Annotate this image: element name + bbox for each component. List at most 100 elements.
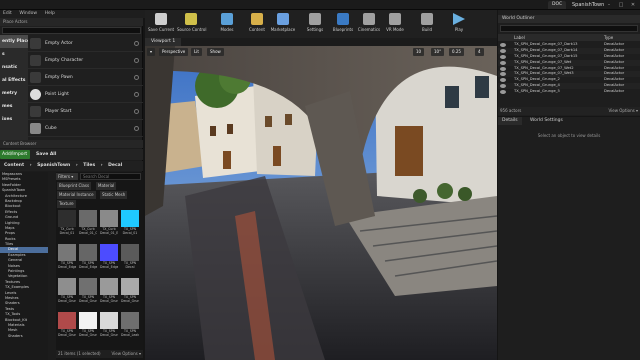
actor-item[interactable]: Cube <box>28 120 143 137</box>
visibility-eye-icon[interactable] <box>500 90 506 95</box>
asset-thumbnail[interactable]: TX_SPN Decal_Grunge_05 <box>58 312 76 342</box>
actor-item[interactable]: Empty Actor <box>28 35 143 52</box>
level-viewport[interactable]: ▾ Perspective Lit Show 10 10° 0.25 4 <box>145 46 497 360</box>
filter-tag[interactable]: Texture <box>57 200 76 208</box>
help-icon[interactable] <box>134 109 139 114</box>
visibility-eye-icon[interactable] <box>500 84 506 89</box>
asset-thumbnail[interactable]: TX_SPN Decal_Grunge_07 <box>100 312 118 342</box>
filter-tag[interactable]: Static Mesh <box>100 191 128 199</box>
column-type[interactable]: Type <box>604 34 613 41</box>
actor-item[interactable]: Empty Pawn <box>28 69 143 86</box>
search-classes-input[interactable] <box>2 27 141 34</box>
asset-thumbnail[interactable]: TX_Curb Decal_01 <box>58 210 76 240</box>
help-icon[interactable] <box>134 41 139 46</box>
cinematics-button[interactable]: Cinematics <box>355 13 383 37</box>
filter-tag[interactable]: Blueprint Class <box>57 182 92 190</box>
menu-help[interactable]: Help <box>42 10 58 18</box>
tab-world-settings[interactable]: World Settings <box>526 117 567 125</box>
breadcrumb-item[interactable]: SpanishTown <box>37 161 70 171</box>
outliner-search-input[interactable] <box>500 25 638 32</box>
view-options-button[interactable]: View Options ▾ <box>112 350 141 358</box>
visibility-eye-icon[interactable] <box>500 43 506 47</box>
camera-speed-value[interactable]: 4 <box>475 48 484 56</box>
asset-thumbnail[interactable]: TX_SPN Decal_Grunge_03 <box>100 278 118 308</box>
asset-thumbnail[interactable]: TX_SPN Decal_Edge_01 <box>79 244 97 274</box>
breadcrumb-item[interactable]: Content <box>4 161 24 171</box>
category-basic[interactable]: s <box>0 48 28 61</box>
menu-window[interactable]: Window <box>16 10 40 18</box>
viewport-tab[interactable]: Viewport 1 <box>145 38 182 46</box>
add-import-button[interactable]: Add/Import ▾ <box>0 150 30 166</box>
close-icon[interactable]: ✕ <box>627 1 639 9</box>
filter-tag[interactable]: Material Instance <box>57 191 96 199</box>
menu-edit[interactable]: Edit <box>0 10 15 18</box>
grid-snap-value[interactable]: 10 <box>413 48 425 56</box>
visibility-eye-icon[interactable] <box>500 72 506 77</box>
scale-snap-value[interactable]: 0.25 <box>449 48 464 56</box>
asset-name: TX_SPN Decal_Leak <box>121 329 139 337</box>
visibility-eye-icon[interactable] <box>500 66 506 71</box>
help-icon[interactable] <box>134 75 139 80</box>
visibility-eye-icon[interactable] <box>500 48 506 53</box>
play-button[interactable]: Play <box>445 13 473 37</box>
maximize-icon[interactable]: □ <box>615 1 627 9</box>
asset-search-input[interactable]: Search Decal <box>80 173 141 180</box>
actor-item[interactable]: Player Start <box>28 103 143 120</box>
asset-thumbnail[interactable]: TX_Curb Decal_01_Curb <box>79 210 97 240</box>
asset-thumbnail[interactable]: TX_SPN Decal_Edge <box>58 244 76 274</box>
help-icon[interactable] <box>134 126 139 131</box>
vr-mode-button[interactable]: VR Mode <box>381 13 409 37</box>
category-volumes[interactable]: mes <box>0 100 28 113</box>
actor-item[interactable]: Empty Character <box>28 52 143 69</box>
filter-tag[interactable]: Material <box>96 182 117 190</box>
cinematics-icon <box>363 13 375 25</box>
cube-icon <box>30 123 41 134</box>
help-icon[interactable] <box>134 58 139 63</box>
build-button[interactable]: Build <box>413 13 441 37</box>
settings-button[interactable]: Settings <box>301 13 329 37</box>
category-recently-placed[interactable]: ently Placed <box>0 35 28 48</box>
help-icon[interactable] <box>134 92 139 97</box>
content-button[interactable]: Content <box>243 13 271 37</box>
save-current-button[interactable]: Save Current <box>147 13 175 37</box>
asset-thumbnail[interactable]: TX_SPN Decal_Edge_02 <box>100 244 118 274</box>
asset-thumbnail[interactable]: TX_SPN Decal_Grunge_04 <box>121 278 139 308</box>
asset-thumbnail[interactable]: TX_SPN Decal_Leak <box>121 312 139 342</box>
asset-thumbnail[interactable]: TX_SPN Decal_Grunge_01 <box>58 278 76 308</box>
asset-thumbnail[interactable]: TX_SPN Decal_Grunge_06 <box>79 312 97 342</box>
asset-thumbnail[interactable]: TX_Curb Decal_01_Edge <box>100 210 118 240</box>
category-all-classes[interactable]: ixes <box>0 113 28 126</box>
breadcrumb-item[interactable]: Tiles <box>83 161 95 171</box>
viewport-menu-button[interactable]: ▾ <box>147 48 156 56</box>
rotation-snap-value[interactable]: 10° <box>431 48 445 56</box>
actor-item[interactable]: Point Light <box>28 86 143 103</box>
view-mode-button[interactable]: Lit <box>191 48 202 56</box>
source-control-button[interactable]: Source Control <box>177 13 206 37</box>
asset-thumbnail[interactable]: TX_SPN Decal_Grunge_02 <box>79 278 97 308</box>
tree-folder[interactable]: Shaders <box>0 334 48 339</box>
perspective-button[interactable]: Perspective <box>159 48 189 56</box>
visibility-eye-icon[interactable] <box>500 78 506 83</box>
save-all-button[interactable]: Save All <box>36 150 56 159</box>
category-geometry[interactable]: metry <box>0 87 28 100</box>
outliner-row[interactable]: TX_SPN_Decal_Grunge_5 DecalActor <box>498 89 640 95</box>
asset-name: TX_SPN Decal_Grunge_05 <box>58 329 76 337</box>
column-label[interactable]: Label <box>514 34 525 41</box>
category-lights[interactable]: nsatic <box>0 61 28 74</box>
minimize-icon[interactable]: – <box>603 1 615 9</box>
marketplace-button[interactable]: Marketplace <box>269 13 297 37</box>
category-visual-effects[interactable]: al Effects <box>0 74 28 87</box>
blueprints-button[interactable]: Blueprints <box>329 13 357 37</box>
outliner-view-options[interactable]: View Options ▾ <box>609 107 638 115</box>
character-icon <box>30 55 41 66</box>
visibility-eye-icon[interactable] <box>500 54 506 59</box>
doc-tab[interactable]: DOC <box>548 1 567 9</box>
modes-button[interactable]: Modes <box>213 13 241 37</box>
asset-thumbnail[interactable]: TX_SPN Decal_01 <box>121 210 139 240</box>
filters-button[interactable]: Filters ▾ <box>56 173 78 180</box>
asset-thumbnail[interactable]: TX_SPN Decal <box>121 244 139 274</box>
show-flags-button[interactable]: Show <box>207 48 224 56</box>
breadcrumb-item[interactable]: Decal <box>108 161 122 171</box>
tab-details[interactable]: Details <box>498 117 522 125</box>
visibility-eye-icon[interactable] <box>500 60 506 65</box>
